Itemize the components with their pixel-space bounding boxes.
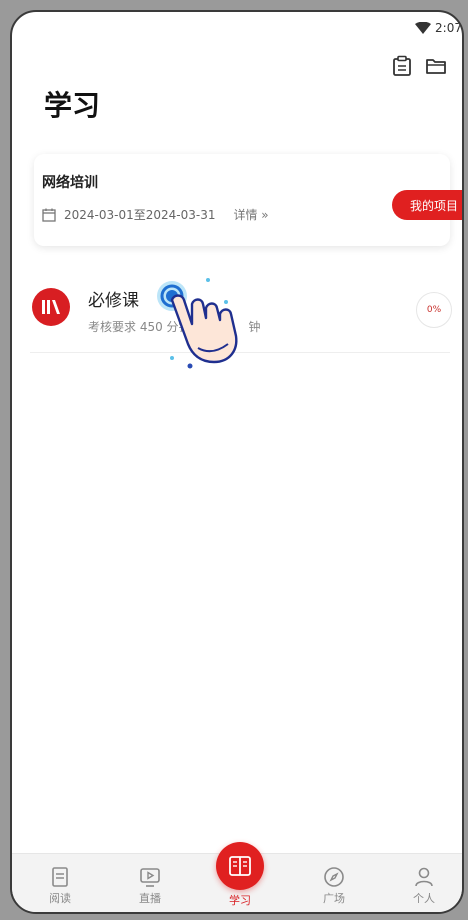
person-icon	[415, 867, 433, 887]
tab-profile-label: 个人	[413, 892, 435, 905]
folder-icon[interactable]	[424, 54, 448, 78]
status-bar: 2:07	[415, 20, 462, 36]
page-title: 学习	[44, 89, 101, 122]
project-card[interactable]: 网络培训 2024-03-01至2024-03-31 详情 » 我的项目	[34, 154, 462, 246]
tab-study[interactable]: 学习	[210, 842, 270, 908]
project-date-range: 2024-03-01至2024-03-31	[64, 208, 216, 222]
bottom-tab-bar: 阅读 直播 学习 广场 个人	[12, 842, 462, 912]
tab-live[interactable]: 直播	[120, 866, 180, 906]
header-actions	[390, 54, 448, 78]
course-logo-icon	[32, 288, 70, 326]
clipboard-icon[interactable]	[390, 54, 414, 78]
tab-read[interactable]: 阅读	[30, 866, 90, 906]
project-title: 网络培训	[42, 175, 98, 191]
tab-square[interactable]: 广场	[304, 866, 364, 906]
tab-study-label: 学习	[229, 894, 251, 907]
live-icon	[140, 868, 160, 887]
wifi-icon	[415, 22, 432, 34]
tab-profile[interactable]: 个人	[394, 866, 454, 906]
compass-icon	[324, 867, 344, 887]
book-icon	[52, 867, 68, 887]
tab-square-label: 广场	[323, 892, 345, 905]
course-title: 必修课	[88, 291, 139, 311]
project-date-row: 2024-03-01至2024-03-31 详情 »	[42, 206, 269, 223]
tab-read-label: 阅读	[49, 892, 71, 905]
course-progress-badge: 0%	[416, 292, 452, 328]
tap-hand-icon	[157, 278, 238, 369]
my-project-button[interactable]: 我的项目	[391, 190, 462, 220]
status-time: 2:07	[435, 21, 462, 35]
study-icon	[216, 842, 264, 890]
project-detail-link[interactable]: 详情 »	[233, 206, 268, 223]
tab-live-label: 直播	[139, 892, 161, 905]
calendar-icon	[42, 208, 56, 222]
phone-screen: 2:07 学习 网络培训 2024-03-01至2024-03-31 详情 » …	[10, 10, 464, 914]
